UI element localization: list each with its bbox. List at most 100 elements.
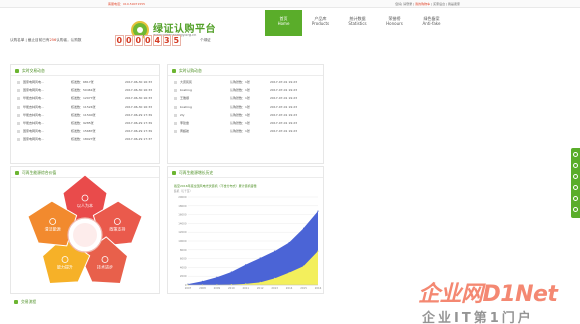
- chart-ytick-label: 18000: [178, 204, 187, 208]
- row-time: 2017-07-01 19:23: [270, 80, 298, 84]
- row-marker-icon: [174, 130, 177, 134]
- nav-statistics[interactable]: 统计数据 Statistics: [339, 10, 376, 36]
- chart-data-point: [245, 283, 247, 285]
- main-nav: 首页 Home 产品库 Products 统计数据 Statistics 荣誉榜…: [265, 10, 450, 36]
- row-amount: 核发数：11540张: [71, 112, 96, 117]
- row-name: boshing: [180, 104, 192, 109]
- counter-tail: 个绿证: [200, 38, 211, 42]
- chart-ytick-label: 16000: [178, 213, 187, 217]
- document-icon[interactable]: [573, 174, 578, 179]
- section-bullet-icon: [172, 170, 176, 175]
- process-section-title-text: 交易流程: [21, 299, 37, 304]
- row-name: 国家电网风电...: [23, 80, 44, 84]
- top-links: 您好| 请登录 | 我的购物车 | 买家后台 | 我是卖家: [395, 0, 460, 8]
- floating-toolbar: [571, 148, 580, 218]
- chart-title: 截至2016年底全国风电光伏装机（不含分布式）累计装机容量: [174, 183, 257, 188]
- growth-area-chart: 截至2016年底全国风电光伏装机（不含分布式）累计装机容量 装机（万千瓦） 20…: [174, 183, 322, 290]
- chart-data-point: [274, 277, 276, 279]
- row-marker-icon: [17, 105, 20, 109]
- row-marker-icon: [174, 81, 177, 84]
- counter-digit: 5: [172, 35, 181, 46]
- more-links[interactable]: | 买家后台 | 我是卖家: [431, 2, 460, 6]
- row-time: 2017-06-30 16:33: [125, 80, 153, 84]
- chart-data-point: [230, 271, 232, 273]
- chart-xtick-label: 2012: [257, 286, 264, 290]
- row-marker-icon: [174, 113, 177, 117]
- buy-panel-title-text: 实时认购动态: [179, 68, 202, 73]
- row-marker-icon: [174, 105, 177, 109]
- value-petal-label: 清洁能源: [45, 225, 61, 231]
- chart-xtick-label: 2014: [286, 286, 293, 290]
- row-name: 国家电网风电...: [23, 129, 44, 134]
- row-time: 2017-06-30 16:33: [125, 88, 153, 93]
- row-time: 2017-06-29 17:39: [125, 129, 153, 134]
- nav-home[interactable]: 首页 Home: [265, 10, 302, 36]
- arrow-up-icon[interactable]: [573, 207, 578, 212]
- row-time: 2017-06-29 17:39: [125, 112, 153, 117]
- chart-xtick-label: 2008: [199, 286, 206, 290]
- row-marker-icon: [17, 121, 20, 125]
- value-petal-diagram: 以人为本政策支持技术进步 能力提升 清洁能源: [27, 175, 143, 285]
- row-amount: 认购张数：1张: [230, 96, 250, 101]
- chart-data-point: [259, 257, 261, 259]
- row-marker-icon: [174, 121, 177, 125]
- counter-digit: 3: [162, 35, 171, 46]
- row-amount: 核发数：12077张: [71, 96, 96, 101]
- row-name: 华能吉林风电...: [23, 96, 44, 101]
- row-marker-icon: [17, 89, 20, 93]
- nav-antifake-en: Anti-fake: [422, 21, 441, 26]
- chart-ytick-label: 10000: [178, 239, 187, 243]
- divider: [11, 75, 159, 76]
- row-time: 2017-06-30 16:33: [125, 96, 153, 101]
- buy-panel-title: 实时认购动态: [172, 68, 202, 74]
- chart-xtick-label: 2011: [242, 286, 249, 290]
- chart-xtick-label: 2016: [315, 286, 322, 290]
- chart-ytick-label: 6000: [180, 257, 187, 261]
- watermark: 企业网D1Net 企业IT第1门户: [418, 276, 580, 324]
- chart-ytick-label: 8000: [180, 248, 187, 252]
- value-petal-label: 政策支持: [109, 225, 125, 231]
- nav-statistics-en: Statistics: [348, 21, 367, 26]
- row-amount: 认购张数：1张: [230, 80, 250, 84]
- row-time: 2017-06-29 17:37: [125, 137, 153, 142]
- row-marker-icon: [17, 97, 20, 101]
- chart-data-point: [274, 250, 276, 252]
- value-petal-label: 能力提升: [57, 264, 73, 270]
- trade-panel: 实时交易动态 国家电网风电... 核发数：6817张 2017-06-30 16:3…: [10, 64, 160, 164]
- section-bullet-icon: [14, 299, 18, 304]
- row-marker-icon: [17, 113, 20, 117]
- login-link[interactable]: 您好| 请登录 |: [395, 2, 414, 6]
- chart-data-point: [317, 250, 319, 252]
- grid-icon[interactable]: [573, 185, 578, 190]
- chart-ytick-label: 4000: [180, 265, 187, 269]
- row-name: boshing: [180, 88, 192, 93]
- row-marker-icon: [174, 89, 177, 93]
- globe-icon[interactable]: [573, 152, 578, 157]
- counter-digit: 0: [143, 35, 152, 46]
- row-amount: 核发数：6817张: [71, 80, 94, 84]
- chart-ytick-label: 20000: [178, 195, 187, 199]
- hotline-text: 客服电话：010-59071555: [108, 2, 146, 6]
- row-time: 2017-07-01 19:23: [270, 104, 298, 109]
- chart-data-point: [288, 241, 290, 244]
- user-icon[interactable]: [573, 196, 578, 201]
- chart-ylabel: 装机（万千瓦）: [174, 189, 192, 193]
- nav-products[interactable]: 产品库 Products: [302, 10, 339, 36]
- row-name: 黄超航: [180, 129, 190, 134]
- row-marker-icon: [174, 97, 177, 101]
- section-bullet-icon: [15, 68, 19, 73]
- row-marker-icon: [17, 138, 20, 142]
- trophy-icon[interactable]: [573, 163, 578, 168]
- row-marker-icon: [17, 130, 20, 134]
- row-time: 2017-07-01 19:23: [270, 120, 298, 125]
- counter-text: 认购名单 | 截止目前已有256认购者，认购数: [10, 38, 81, 43]
- counter-digit: 4: [153, 35, 162, 46]
- chart-data-point: [288, 272, 290, 274]
- row-name: 华能吉林风电...: [23, 120, 44, 125]
- row-amount: 认购张数：1张: [230, 88, 250, 93]
- chart-data-point: [302, 227, 305, 229]
- nav-honours[interactable]: 荣誉榜 Honours: [376, 10, 413, 36]
- nav-antifake[interactable]: 绿色备案 Anti-fake: [413, 10, 450, 36]
- cart-link[interactable]: 我的购物车: [415, 2, 430, 6]
- value-petal-label: 以人为本: [77, 202, 93, 208]
